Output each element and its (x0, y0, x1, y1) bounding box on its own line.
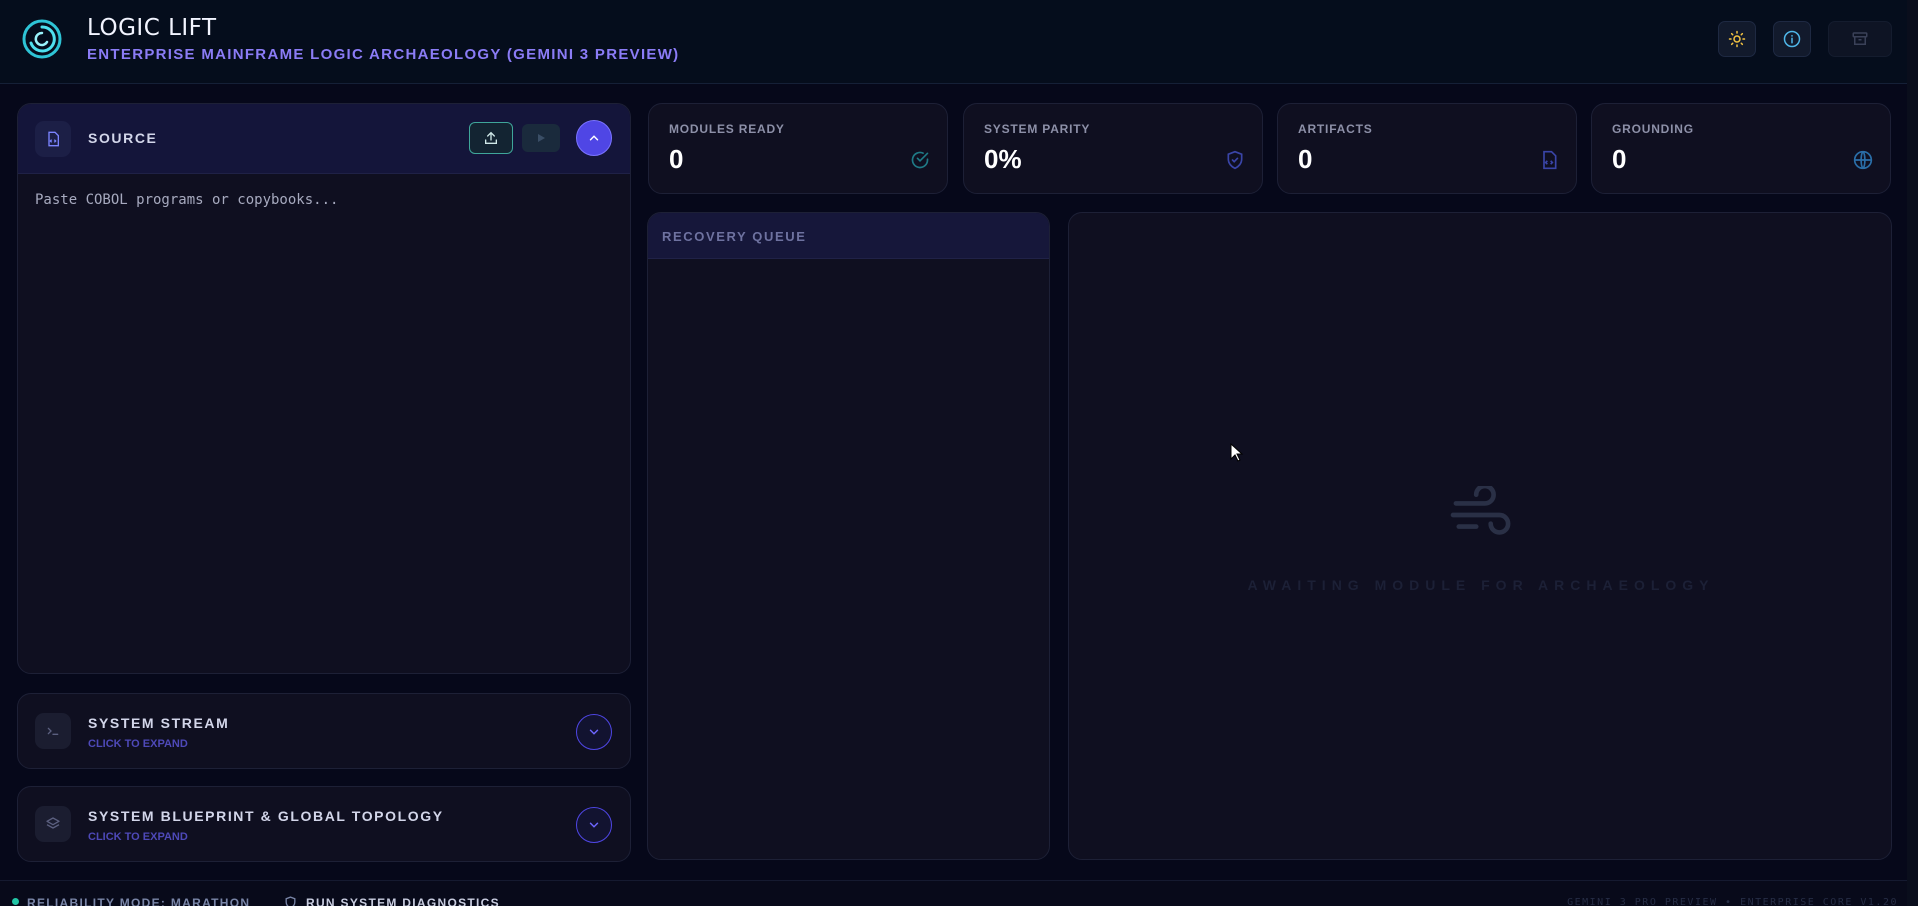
layers-icon (35, 806, 71, 842)
stat-modules-ready: MODULES READY 0 (648, 103, 948, 194)
archive-icon (1852, 32, 1868, 45)
stat-system-parity: SYSTEM PARITY 0% (963, 103, 1263, 194)
app-title: LOGIC LIFT (87, 15, 217, 41)
reliability-mode: RELIABILITY MODE: MARATHON (27, 896, 251, 906)
stat-label: ARTIFACTS (1298, 122, 1373, 136)
sun-icon (1728, 30, 1746, 48)
system-stream-subtitle: CLICK TO EXPAND (88, 738, 188, 750)
upload-icon (485, 131, 497, 144)
stat-label: GROUNDING (1612, 122, 1694, 136)
source-header: SOURCE (18, 104, 630, 174)
upload-button[interactable] (469, 122, 513, 154)
run-diagnostics-button[interactable]: RUN SYSTEM DIAGNOSTICS (306, 896, 500, 906)
shield-icon (285, 896, 296, 906)
shield-check-icon (1224, 149, 1246, 171)
file-icon (1538, 149, 1560, 171)
expand-blueprint-button[interactable] (576, 807, 612, 843)
app-header: LOGIC LIFT ENTERPRISE MAINFRAME LOGIC AR… (0, 0, 1918, 84)
stat-label: SYSTEM PARITY (984, 122, 1091, 136)
system-stream-title: SYSTEM STREAM (88, 715, 230, 731)
stat-value: 0 (1298, 144, 1313, 174)
check-circle-icon (909, 149, 931, 171)
status-dot (12, 898, 19, 905)
info-icon (1783, 30, 1801, 48)
run-button[interactable] (522, 124, 560, 152)
info-button[interactable] (1773, 21, 1811, 57)
app-subtitle: ENTERPRISE MAINFRAME LOGIC ARCHAEOLOGY (… (87, 46, 680, 63)
chevron-down-icon (589, 729, 599, 735)
recovery-queue-title: RECOVERY QUEUE (648, 213, 1049, 259)
expand-stream-button[interactable] (576, 714, 612, 750)
terminal-icon (35, 713, 71, 749)
stat-value: 0% (984, 144, 1022, 174)
system-stream-panel[interactable]: SYSTEM STREAM CLICK TO EXPAND (17, 693, 631, 769)
blueprint-panel[interactable]: SYSTEM BLUEPRINT & GLOBAL TOPOLOGY CLICK… (17, 786, 631, 862)
status-bar: RELIABILITY MODE: MARATHON RUN SYSTEM DI… (0, 880, 1918, 906)
source-title: SOURCE (88, 130, 158, 146)
source-panel: SOURCE (17, 103, 631, 674)
archive-button[interactable] (1828, 21, 1892, 57)
wind-icon (1450, 486, 1511, 535)
empty-state-text: AWAITING MODULE FOR ARCHAEOLOGY (1247, 577, 1715, 593)
stat-artifacts: ARTIFACTS 0 (1277, 103, 1577, 194)
theme-toggle-button[interactable] (1718, 21, 1756, 57)
stat-grounding: GROUNDING 0 (1591, 103, 1891, 194)
mouse-cursor-icon (1230, 443, 1244, 462)
collapse-source-button[interactable] (576, 120, 612, 156)
blueprint-subtitle: CLICK TO EXPAND (88, 831, 188, 843)
chevron-up-icon (589, 135, 599, 141)
recovery-queue-panel: RECOVERY QUEUE (647, 212, 1050, 860)
file-code-icon (35, 121, 71, 157)
globe-icon (1852, 149, 1874, 171)
blueprint-title: SYSTEM BLUEPRINT & GLOBAL TOPOLOGY (88, 808, 444, 824)
stat-value: 0 (1612, 144, 1627, 174)
workspace-panel: AWAITING MODULE FOR ARCHAEOLOGY (1068, 212, 1892, 860)
stat-label: MODULES READY (669, 122, 785, 136)
source-input[interactable] (35, 192, 615, 652)
chevron-down-icon (589, 822, 599, 828)
play-icon (538, 134, 545, 142)
stat-value: 0 (669, 144, 684, 174)
scrollbar[interactable] (1907, 0, 1918, 906)
logo-icon (22, 19, 62, 59)
version-text: GEMINI 3 PRO PREVIEW • ENTERPRISE CORE V… (1567, 897, 1898, 906)
